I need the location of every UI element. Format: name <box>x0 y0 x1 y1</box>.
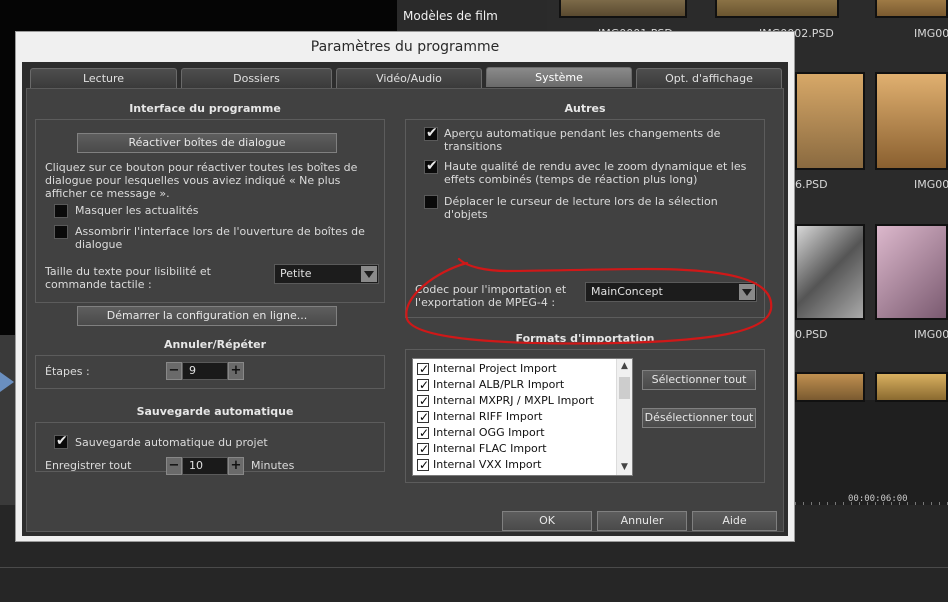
autosave-label: Sauvegarde automatique du projet <box>75 436 268 449</box>
checkbox[interactable] <box>417 425 429 441</box>
program-settings-dialog: Paramètres du programme Lecture Dossiers… <box>15 31 795 542</box>
tab-video-audio[interactable]: Vidéo/Audio <box>336 68 482 88</box>
list-item[interactable]: Internal VXX Import <box>415 457 615 473</box>
thumbnail[interactable] <box>559 0 687 18</box>
move-cursor-label: Déplacer le curseur de lecture lors de l… <box>444 195 718 221</box>
checkbox[interactable] <box>417 393 429 409</box>
auto-preview-checkbox[interactable] <box>424 125 438 141</box>
thumbnail-label: 0.PSD <box>795 328 828 341</box>
checkbox[interactable] <box>417 457 429 473</box>
tab-systeme[interactable]: Système <box>486 67 632 87</box>
ok-button[interactable]: OK <box>502 511 592 531</box>
text-size-dropdown[interactable]: Petite <box>274 264 379 284</box>
steps-input[interactable]: 9 <box>182 362 228 380</box>
play-icon[interactable] <box>0 372 14 392</box>
thumbnail[interactable] <box>795 72 865 170</box>
autosave-decrement-button[interactable]: − <box>166 457 182 475</box>
scroll-down-icon[interactable]: ▼ <box>617 460 632 475</box>
thumbnail[interactable] <box>795 372 865 402</box>
reactivate-description: Cliquez sur ce bouton pour réactiver tou… <box>45 161 358 200</box>
chevron-down-icon[interactable] <box>361 266 377 282</box>
undo-section-title: Annuler/Répéter <box>163 338 267 351</box>
autosave-checkbox[interactable] <box>54 433 68 449</box>
checkbox[interactable] <box>417 361 429 377</box>
scrollbar-thumb[interactable] <box>619 377 630 399</box>
list-item-label: Internal ALB/PLR Import <box>433 378 565 391</box>
steps-decrement-button[interactable]: − <box>166 362 182 380</box>
online-config-button[interactable]: Démarrer la configuration en ligne... <box>77 306 337 326</box>
list-item[interactable]: Internal FLAC Import <box>415 441 615 457</box>
list-item-label: Internal VXX Import <box>433 458 542 471</box>
text-size-label: Taille du texte pour lisibilité et comma… <box>45 265 211 291</box>
timeline-divider <box>0 567 948 568</box>
tab-bar: Lecture Dossiers Vidéo/Audio Système Opt… <box>30 66 782 88</box>
steps-label: Étapes : <box>45 365 90 378</box>
high-quality-checkbox[interactable] <box>424 158 438 174</box>
autosave-increment-button[interactable]: + <box>228 457 244 475</box>
text-size-value: Petite <box>280 267 312 280</box>
thumbnail-label: IMG000 <box>914 27 948 40</box>
move-cursor-checkbox[interactable] <box>424 195 438 209</box>
list-item-label: Internal RIFF Import <box>433 410 543 423</box>
list-scrollbar[interactable]: ▲ ▼ <box>616 359 632 475</box>
hide-news-label: Masquer les actualités <box>75 204 199 217</box>
auto-preview-label: Aperçu automatique pendant les changemen… <box>444 127 721 153</box>
list-item-label: Internal MXPRJ / MXPL Import <box>433 394 594 407</box>
darken-interface-label: Assombrir l'interface lors de l'ouvertur… <box>75 225 365 251</box>
tab-content-systeme: Interface du programme Réactiver boîtes … <box>26 88 784 532</box>
checkbox[interactable] <box>417 441 429 457</box>
interface-section-title: Interface du programme <box>129 102 281 115</box>
dialog-body: Lecture Dossiers Vidéo/Audio Système Opt… <box>22 62 788 536</box>
others-section-title: Autres <box>564 102 606 115</box>
codec-value: MainConcept <box>591 285 663 298</box>
minutes-label: Minutes <box>251 459 295 472</box>
list-item[interactable]: Internal ALB/PLR Import <box>415 377 615 393</box>
import-formats-list[interactable]: Internal Project Import Internal ALB/PLR… <box>412 358 633 476</box>
checkbox[interactable] <box>417 409 429 425</box>
cancel-button[interactable]: Annuler <box>597 511 687 531</box>
thumbnail[interactable] <box>875 72 948 170</box>
thumbnail[interactable] <box>875 0 948 18</box>
list-item[interactable]: Internal MXPRJ / MXPL Import <box>415 393 615 409</box>
list-item-label: Internal FLAC Import <box>433 442 547 455</box>
thumbnail-label: IMG000 <box>914 328 948 341</box>
select-all-button[interactable]: Sélectionner tout <box>642 370 756 390</box>
deselect-all-button[interactable]: Désélectionner tout <box>642 408 756 428</box>
list-item[interactable]: Internal OGG Import <box>415 425 615 441</box>
tab-lecture[interactable]: Lecture <box>30 68 177 88</box>
dialog-title: Paramètres du programme <box>310 39 500 55</box>
list-item-label: Internal Project Import <box>433 362 557 375</box>
thumbnail[interactable] <box>875 224 948 320</box>
reactivate-dialogs-button[interactable]: Réactiver boîtes de dialogue <box>77 133 337 153</box>
checkbox[interactable] <box>417 377 429 393</box>
thumbnail[interactable] <box>875 372 948 402</box>
tab-display-options[interactable]: Opt. d'affichage <box>636 68 782 88</box>
media-pool-category[interactable]: Modèles de film <box>403 9 498 23</box>
thumbnail-label: IMG000 <box>914 178 948 191</box>
transport-strip <box>0 335 15 505</box>
thumbnail[interactable] <box>715 0 839 18</box>
thumbnail[interactable] <box>795 224 865 320</box>
list-item[interactable]: Internal RIFF Import <box>415 409 615 425</box>
save-every-label: Enregistrer tout <box>45 459 132 472</box>
thumbnail-label: 6.PSD <box>795 178 828 191</box>
list-item[interactable]: Internal Project Import <box>415 361 615 377</box>
codec-dropdown[interactable]: MainConcept <box>585 282 757 302</box>
hide-news-checkbox[interactable] <box>54 204 68 218</box>
high-quality-label: Haute qualité de rendu avec le zoom dyna… <box>444 160 747 186</box>
autosave-interval-input[interactable]: 10 <box>182 457 228 475</box>
timeline-timecode: 00:00:06:00 <box>848 494 908 504</box>
tab-dossiers[interactable]: Dossiers <box>181 68 332 88</box>
codec-label: Codec pour l'importation et l'exportatio… <box>415 283 567 309</box>
darken-interface-checkbox[interactable] <box>54 225 68 239</box>
import-formats-section-title: Formats d'importation <box>515 332 655 345</box>
help-button[interactable]: Aide <box>692 511 777 531</box>
scroll-up-icon[interactable]: ▲ <box>617 359 632 374</box>
steps-increment-button[interactable]: + <box>228 362 244 380</box>
list-item-label: Internal OGG Import <box>433 426 545 439</box>
chevron-down-icon[interactable] <box>739 284 755 300</box>
autosave-section-title: Sauvegarde automatique <box>136 405 294 418</box>
